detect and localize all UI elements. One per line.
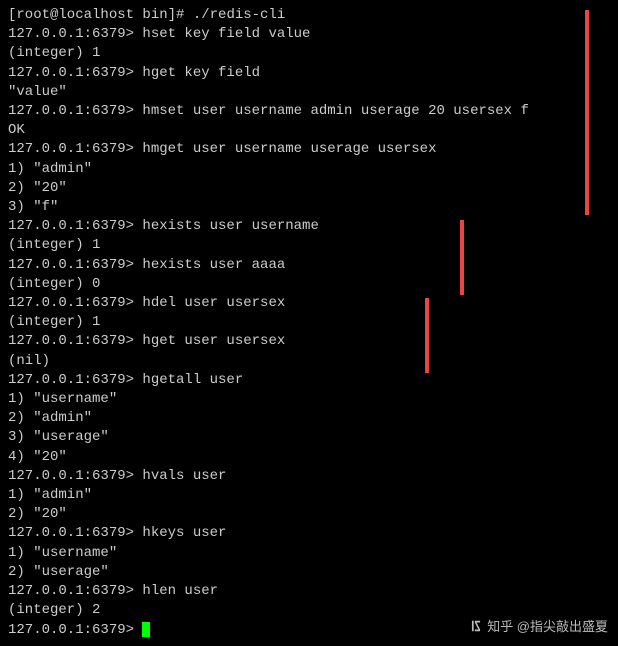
redis-command: hget user usersex: [142, 333, 285, 349]
command-line: 127.0.0.1:6379> hset key field value: [8, 25, 610, 44]
redis-prompt: 127.0.0.1:6379>: [8, 257, 142, 273]
redis-prompt: 127.0.0.1:6379>: [8, 141, 142, 157]
command-line: 127.0.0.1:6379> hvals user: [8, 467, 610, 486]
redis-prompt: 127.0.0.1:6379>: [8, 333, 142, 349]
redis-prompt: 127.0.0.1:6379>: [8, 372, 142, 388]
redis-command: hset key field value: [142, 26, 310, 42]
shell-command: ./redis-cli: [193, 7, 285, 23]
redis-command: hdel user usersex: [142, 295, 285, 311]
redis-command: hmset user username admin userage 20 use…: [142, 103, 528, 119]
redis-command: hexists user username: [142, 218, 318, 234]
annotation-bar: [460, 220, 464, 295]
redis-command: hmget user username userage usersex: [142, 141, 436, 157]
redis-prompt: 127.0.0.1:6379>: [8, 468, 142, 484]
command-line: 127.0.0.1:6379> hkeys user: [8, 524, 610, 543]
output-line: (integer) 1: [8, 236, 610, 255]
output-line: 1) "username": [8, 390, 610, 409]
annotation-bar: [585, 10, 589, 215]
redis-command: hvals user: [142, 468, 226, 484]
output-line: 4) "20": [8, 448, 610, 467]
command-line: 127.0.0.1:6379> hget user usersex: [8, 332, 610, 351]
terminal-window[interactable]: [root@localhost bin]# ./redis-cli127.0.0…: [0, 0, 618, 646]
watermark-text: 知乎 @指尖敲出盛夏: [487, 617, 608, 636]
command-line: 127.0.0.1:6379> hgetall user: [8, 371, 610, 390]
command-line: 127.0.0.1:6379> hmget user username user…: [8, 140, 610, 159]
redis-prompt: 127.0.0.1:6379>: [8, 295, 142, 311]
redis-prompt: 127.0.0.1:6379>: [8, 622, 142, 638]
output-line: 2) "20": [8, 505, 610, 524]
command-line: 127.0.0.1:6379> hlen user: [8, 582, 610, 601]
redis-prompt: 127.0.0.1:6379>: [8, 65, 142, 81]
output-line: 1) "admin": [8, 160, 610, 179]
shell-prompt: [root@localhost bin]#: [8, 7, 193, 23]
output-line: 3) "userage": [8, 428, 610, 447]
redis-prompt: 127.0.0.1:6379>: [8, 103, 142, 119]
output-line: (integer) 0: [8, 275, 610, 294]
output-line: 2) "20": [8, 179, 610, 198]
output-line: (integer) 1: [8, 313, 610, 332]
redis-prompt: 127.0.0.1:6379>: [8, 26, 142, 42]
output-line: OK: [8, 121, 610, 140]
watermark: 知乎 @指尖敲出盛夏: [469, 617, 608, 636]
redis-prompt: 127.0.0.1:6379>: [8, 218, 142, 234]
command-line: 127.0.0.1:6379> hdel user usersex: [8, 294, 610, 313]
redis-command: hlen user: [142, 583, 218, 599]
output-line: 1) "admin": [8, 486, 610, 505]
cursor-icon: [142, 622, 150, 637]
zhihu-icon: [469, 619, 483, 633]
command-line: 127.0.0.1:6379> hget key field: [8, 64, 610, 83]
output-line: 2) "userage": [8, 563, 610, 582]
output-line: 2) "admin": [8, 409, 610, 428]
output-line: (nil): [8, 352, 610, 371]
redis-prompt: 127.0.0.1:6379>: [8, 583, 142, 599]
redis-command: hexists user aaaa: [142, 257, 285, 273]
redis-command: hgetall user: [142, 372, 243, 388]
command-line: 127.0.0.1:6379> hmset user username admi…: [8, 102, 610, 121]
command-line: 127.0.0.1:6379> hexists user aaaa: [8, 256, 610, 275]
output-line: 1) "username": [8, 544, 610, 563]
output-line: (integer) 1: [8, 44, 610, 63]
command-line: 127.0.0.1:6379> hexists user username: [8, 217, 610, 236]
shell-line: [root@localhost bin]# ./redis-cli: [8, 6, 610, 25]
output-line: "value": [8, 83, 610, 102]
annotation-bar: [425, 298, 429, 373]
output-line: 3) "f": [8, 198, 610, 217]
redis-command: hget key field: [142, 65, 260, 81]
redis-command: hkeys user: [142, 525, 226, 541]
redis-prompt: 127.0.0.1:6379>: [8, 525, 142, 541]
